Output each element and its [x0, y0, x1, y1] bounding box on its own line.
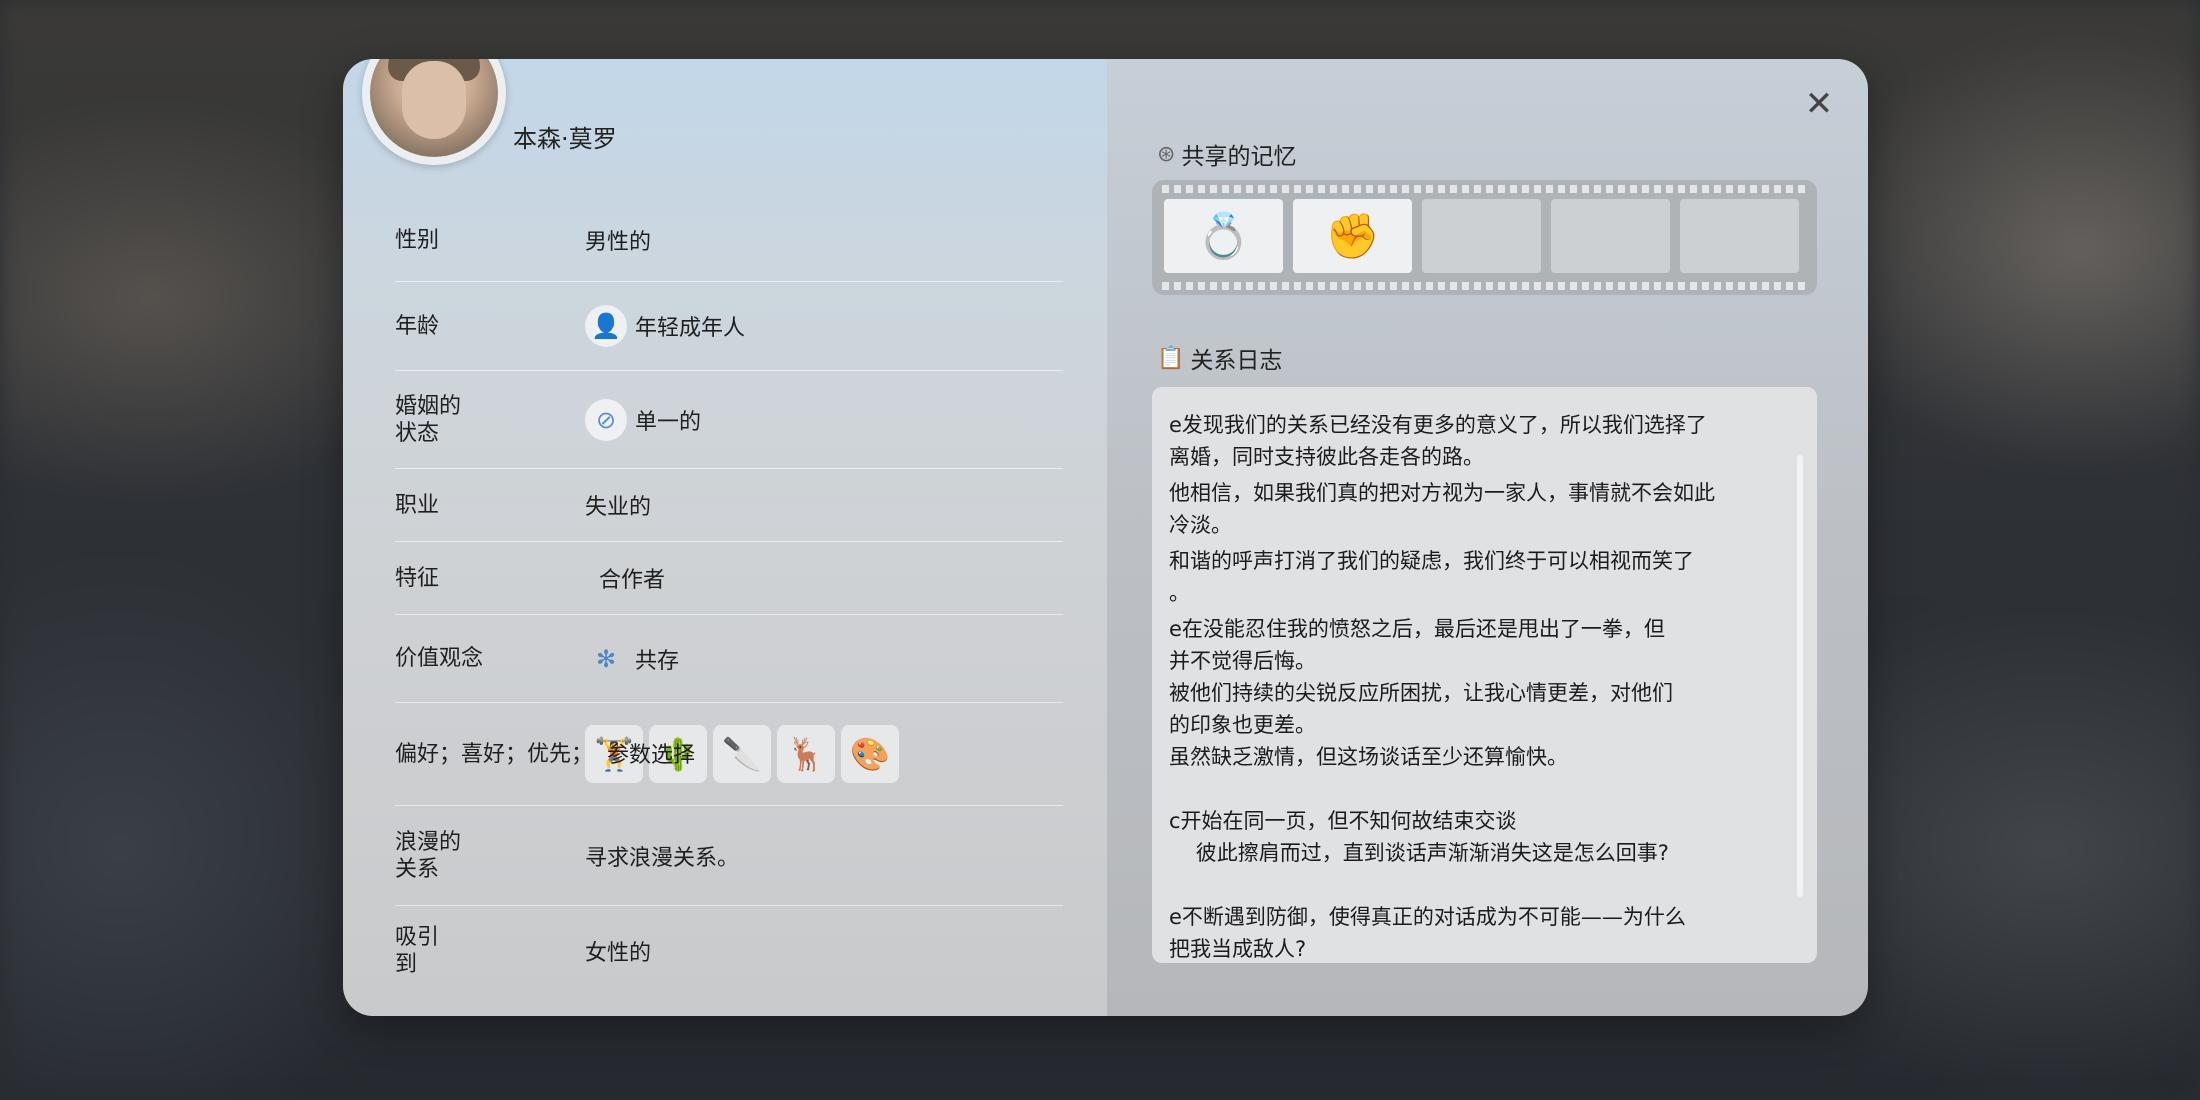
profile-section: 本森·莫罗 性别 男性的 年龄 👤 年轻成年人 婚姻的 状态 ⊘ 单一的 职业 …: [343, 59, 1107, 1016]
memories-header: ⊛ 共享的记忆: [1157, 141, 1297, 171]
broken-rings-icon: 💍: [1196, 211, 1251, 262]
memories-section: ✕ ⊛ 共享的记忆 💍 ✊ 📋 关系日志 e发现我们的关系已经没有更多的意义了，…: [1107, 59, 1868, 1016]
avatar: [362, 59, 506, 165]
log-entry: c开始在同一页，但不知何故结束交谈 彼此擦肩而过，直到谈话声渐渐消失这是怎么回事…: [1169, 809, 1669, 865]
preference-chips: 🏋 🌵 🔪 🦌 🎨 参数选择: [585, 725, 899, 783]
profile-rows: 性别 男性的 年龄 👤 年轻成年人 婚姻的 状态 ⊘ 单一的 职业 失业的 特征…: [395, 199, 1063, 996]
log-entry: 虽然缺乏激情，但这场谈话至少还算愉快。: [1169, 745, 1568, 769]
memory-frame-broken-rings[interactable]: 💍: [1164, 199, 1283, 273]
close-icon: ✕: [1804, 84, 1834, 124]
log-scrollbar[interactable]: [1797, 455, 1803, 897]
young-adult-icon: 👤: [585, 305, 627, 347]
memory-filmstrip: 💍 ✊: [1152, 180, 1817, 295]
knife-icon[interactable]: 🔪: [713, 725, 771, 783]
row-attracted-to: 吸引 到 女性的: [395, 925, 652, 977]
sim-name: 本森·莫罗: [513, 125, 617, 153]
log-entry: 和谐的呼声打消了我们的疑虑，我们终于可以相视而笑了 。: [1169, 549, 1694, 605]
close-button[interactable]: ✕: [1802, 87, 1836, 121]
row-gender: 性别 男性的: [395, 199, 1063, 282]
memory-frame-empty: [1551, 199, 1670, 273]
memory-frame-empty: [1422, 199, 1541, 273]
preference-value: 参数选择: [607, 743, 696, 768]
relationship-panel: 本森·莫罗 性别 男性的 年龄 👤 年轻成年人 婚姻的 状态 ⊘ 单一的 职业 …: [343, 59, 1868, 1016]
fist-icon: ✊: [1325, 211, 1380, 262]
log-entry: 被他们持续的尖锐反应所困扰，让我心情更差，对他们 的印象也更差。: [1169, 681, 1673, 737]
row-marital-status: 婚姻的 状态 ⊘ 单一的: [395, 371, 1063, 469]
log-entry: 他相信，如果我们真的把对方视为一家人，事情就不会如此 冷淡。: [1169, 481, 1715, 537]
log-spacer: [1169, 869, 1801, 901]
single-status-icon: ⊘: [585, 398, 627, 441]
clipboard-icon: 📋: [1157, 345, 1185, 371]
row-career: 职业 失业的: [395, 469, 1063, 542]
log-entry: e不断遇到防御，使得真正的对话成为不可能——为什么 把我当成敌人?: [1169, 905, 1686, 961]
coexist-icon: ✻: [595, 644, 617, 673]
row-traits: 特征 合作者: [395, 542, 1063, 615]
row-preferences: 偏好；喜好；优先； 🏋 🌵 🔪 🦌 🎨 参数选择: [395, 703, 1063, 806]
log-spacer: [1169, 773, 1801, 805]
log-header: 📋 关系日志: [1157, 345, 1283, 375]
palette-icon[interactable]: 🎨: [841, 725, 899, 783]
row-age: 年龄 👤 年轻成年人: [395, 282, 1063, 371]
relationship-log[interactable]: e发现我们的关系已经没有更多的意义了，所以我们选择了 离婚，同时支持彼此各走各的…: [1152, 387, 1817, 963]
memory-frame-fist[interactable]: ✊: [1293, 199, 1412, 273]
deer-icon[interactable]: 🦌: [777, 725, 835, 783]
log-entry: e发现我们的关系已经没有更多的意义了，所以我们选择了 离婚，同时支持彼此各走各的…: [1169, 413, 1707, 469]
film-reel-icon: ⊛: [1157, 141, 1176, 167]
row-romance: 浪漫的 关系 寻求浪漫关系。: [395, 806, 1063, 906]
row-values: 价值观念 ✻ 共存: [395, 615, 1063, 703]
log-entry: e在没能忍住我的愤怒之后，最后还是甩出了一拳，但 并不觉得后悔。: [1169, 617, 1665, 673]
memory-frame-empty: [1680, 199, 1799, 273]
